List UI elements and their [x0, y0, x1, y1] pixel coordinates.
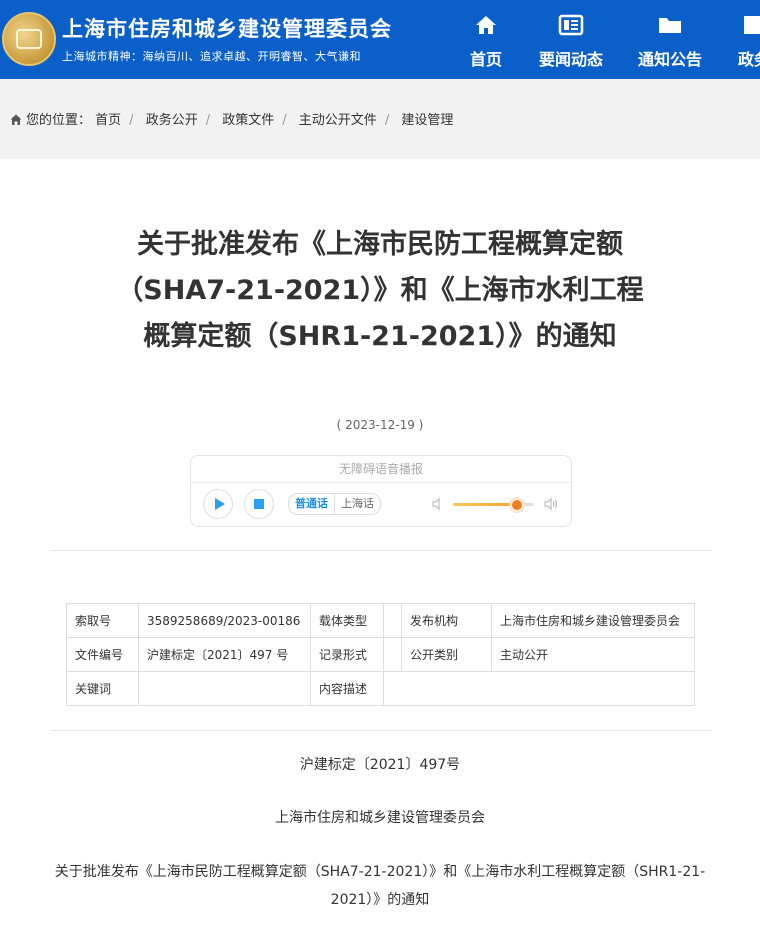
volume-high-icon[interactable] [543, 497, 559, 511]
site-header: 上海市住房和城乡建设管理委员会 上海城市精神：海纳百川、追求卓越、开明睿智、大气… [0, 0, 760, 79]
table-row: 文件编号 沪建标定〔2021〕497 号 记录形式 公开类别 主动公开 [66, 637, 695, 672]
voice-player: 无障碍语音播报 普通话 上海话 [190, 455, 572, 527]
document-icon [744, 16, 760, 34]
home-icon [10, 114, 22, 125]
volume-low-icon[interactable] [431, 497, 445, 511]
nav-label: 要闻动态 [538, 50, 603, 69]
cell-value: 沪建标定〔2021〕497 号 [138, 637, 311, 672]
cell-label: 记录形式 [310, 637, 384, 672]
stop-icon [254, 499, 264, 509]
breadcrumb-prefix: 您的位置： [26, 113, 92, 128]
site-title[interactable]: 上海市住房和城乡建设管理委员会 [62, 13, 392, 43]
nav-gov[interactable]: 政务 [734, 0, 760, 79]
nav-label: 通知公告 [637, 50, 702, 69]
divider [50, 730, 712, 731]
breadcrumb-policy[interactable]: 政策文件 [222, 113, 274, 128]
breadcrumb-gov-open[interactable]: 政务公开 [146, 113, 198, 128]
doc-issuer: 上海市住房和城乡建设管理委员会 [275, 810, 485, 826]
newspaper-icon [558, 14, 584, 36]
site-slogan: 上海城市精神：海纳百川、追求卓越、开明睿智、大气谦和 [62, 50, 361, 63]
home-icon [476, 16, 496, 34]
nav-label: 政务 [738, 50, 760, 69]
cell-value [383, 603, 402, 638]
table-row: 索取号 3589258689/2023-00186 载体类型 发布机构 上海市住… [66, 603, 695, 638]
article-date: ( 2023-12-19 ) [336, 418, 424, 432]
nav-notice[interactable]: 通知公告 [634, 0, 706, 79]
cell-label: 内容描述 [310, 671, 384, 706]
doc-subject: 关于批准发布《上海市民防工程概算定额（SHA7-21-2021）》和《上海市水利… [54, 864, 706, 908]
cell-label: 索取号 [66, 603, 139, 638]
cell-label: 文件编号 [66, 637, 139, 672]
play-button[interactable] [203, 489, 233, 519]
cell-value [383, 671, 695, 706]
nav-label: 首页 [469, 50, 502, 69]
cell-label: 公开类别 [401, 637, 492, 672]
cell-value [383, 637, 402, 672]
cell-label: 载体类型 [310, 603, 384, 638]
nav-home[interactable]: 首页 [466, 0, 506, 79]
breadcrumb-bar: 您的位置： 首页 / 政务公开 / 政策文件 / 主动公开文件 / 建设管理 [0, 79, 760, 159]
table-row: 关键词 内容描述 [66, 671, 695, 706]
site-logo[interactable] [2, 12, 56, 66]
cell-label: 关键词 [66, 671, 139, 706]
article-title: 关于批准发布《上海市民防工程概算定额（SHA7-21-2021）》和《上海市水利… [116, 229, 644, 352]
play-icon [215, 498, 225, 510]
metadata-table: 索取号 3589258689/2023-00186 载体类型 发布机构 上海市住… [66, 603, 695, 706]
folder-icon [659, 18, 681, 33]
cell-value: 上海市住房和城乡建设管理委员会 [491, 603, 695, 638]
volume-slider-knob[interactable] [511, 499, 523, 511]
cell-value [138, 671, 311, 706]
language-switch: 普通话 上海话 [288, 493, 381, 515]
breadcrumb-active-docs[interactable]: 主动公开文件 [299, 113, 377, 128]
cell-label: 发布机构 [401, 603, 492, 638]
nav-news[interactable]: 要闻动态 [535, 0, 607, 79]
breadcrumb: 您的位置： 首页 / 政务公开 / 政策文件 / 主动公开文件 / 建设管理 [10, 109, 453, 128]
lang-mandarin[interactable]: 普通话 [289, 494, 335, 514]
player-header: 无障碍语音播报 [191, 456, 571, 483]
cell-value: 主动公开 [491, 637, 695, 672]
stop-button[interactable] [244, 489, 274, 519]
doc-number: 沪建标定〔2021〕497号 [299, 757, 461, 773]
lang-shanghainese[interactable]: 上海话 [335, 494, 380, 514]
divider [50, 550, 712, 551]
breadcrumb-home[interactable]: 首页 [95, 113, 121, 128]
breadcrumb-construction[interactable]: 建设管理 [401, 113, 453, 128]
cell-value: 3589258689/2023-00186 [138, 603, 311, 638]
